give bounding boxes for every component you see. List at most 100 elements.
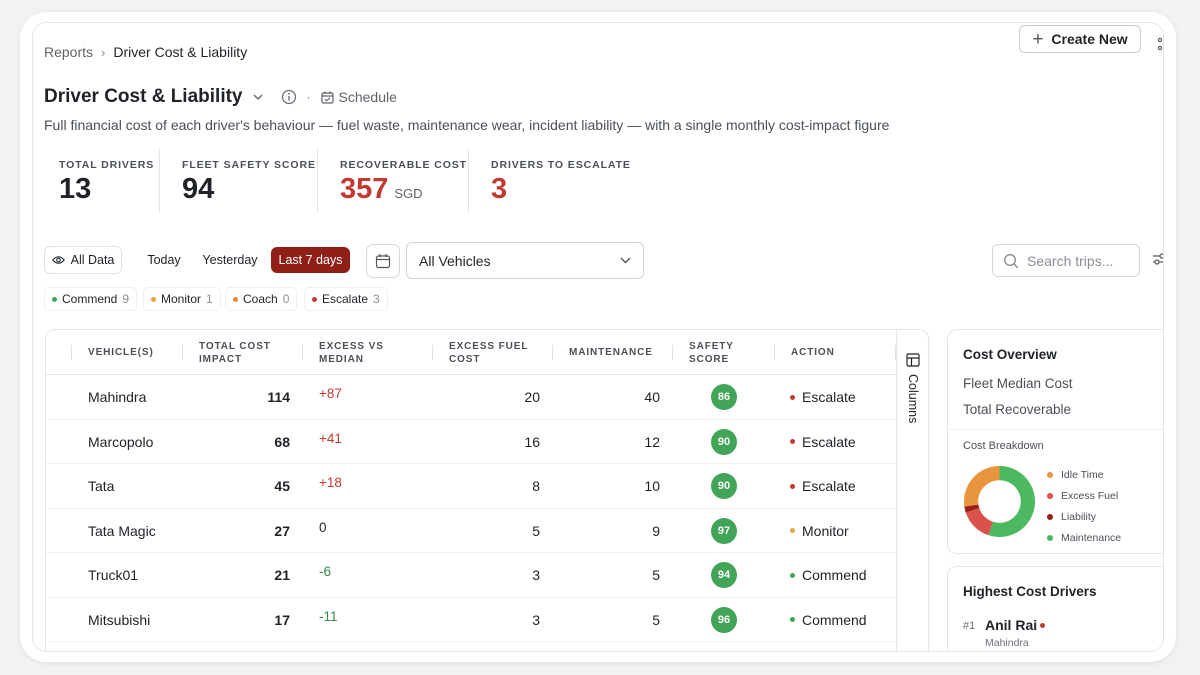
table-row[interactable]: Tata Magic 27 0 5 9 97 Monitor <box>46 509 896 553</box>
kpi-unit: SGD <box>394 186 423 201</box>
date-picker-button[interactable] <box>366 244 400 278</box>
status-dot <box>233 296 238 302</box>
all-data-toggle[interactable]: All Data <box>44 246 122 274</box>
legend-label: Excess Fuel <box>1061 490 1119 502</box>
header-total-cost[interactable]: TOTAL COST IMPACT <box>199 330 289 375</box>
search-trips-field[interactable]: Search trips... <box>992 244 1140 277</box>
safety-score-badge: 98 <box>711 651 737 652</box>
cell-action[interactable]: Escalate <box>790 420 856 464</box>
chip-count: 3 <box>373 292 380 306</box>
kpi-total-drivers: TOTAL DRIVERS 13 <box>59 159 154 206</box>
cell-total-cost: 68 <box>274 433 290 450</box>
column-divider <box>182 345 183 360</box>
schedule-button[interactable]: Schedule <box>320 89 397 105</box>
status-dot <box>52 296 57 302</box>
table-row[interactable]: Maruti XL-6 14 -14 1 1 98 Commend <box>46 642 896 652</box>
table-row[interactable]: Mitsubishi 17 -11 3 5 96 Commend <box>46 598 896 642</box>
kpi-value: 357 <box>340 173 389 205</box>
driver-name[interactable]: Anil Rai <box>985 617 1037 633</box>
cell-action[interactable]: Commend <box>790 598 867 642</box>
table-row[interactable]: Truck01 21 -6 3 5 94 Commend <box>46 553 896 598</box>
legend-swatch <box>1047 514 1053 520</box>
eye-icon <box>51 256 65 264</box>
driver-vehicle: Mahindra <box>985 637 1029 649</box>
vehicle-select-value: All Vehicles <box>419 252 491 269</box>
kpi-drivers-to-escalate: DRIVERS TO ESCALATE 3 <box>491 159 631 206</box>
cell-action[interactable]: Commend <box>790 642 867 651</box>
create-new-button[interactable]: + Create New <box>1019 25 1141 53</box>
cost-overview-title: Cost Overview <box>963 347 1057 362</box>
cell-maintenance: 1 <box>569 642 660 651</box>
filter-sliders-icon[interactable] <box>1153 252 1164 266</box>
cost-overview-card: Cost Overview Fleet Median Cost Total Re… <box>947 329 1163 554</box>
cell-action[interactable]: Commend <box>790 553 867 597</box>
status-dot <box>790 439 795 444</box>
settings-icon[interactable] <box>1157 37 1164 51</box>
kpi-fleet-safety-score: FLEET SAFETY SCORE 94 <box>182 159 316 206</box>
header-vehicles[interactable]: VEHICLE(S) <box>88 330 154 375</box>
yesterday-button[interactable]: Yesterday <box>193 246 267 274</box>
columns-panel-toggle[interactable]: Columns <box>896 330 928 651</box>
today-button[interactable]: Today <box>137 246 191 274</box>
safety-score-badge: 97 <box>711 517 737 544</box>
legend-label: Maintenance <box>1061 532 1122 544</box>
chip-count: 0 <box>282 292 290 306</box>
action-label: Commend <box>802 611 867 628</box>
cell-action[interactable]: Escalate <box>790 375 856 419</box>
chip-label: Commend <box>62 292 118 306</box>
last-7-days-button[interactable]: Last 7 days <box>271 247 350 273</box>
cell-vehicle: Tata <box>88 478 115 494</box>
cell-maintenance: 5 <box>652 611 660 628</box>
legend-swatch <box>1047 493 1053 499</box>
search-icon <box>1003 253 1019 268</box>
cell-vehicle: Tata Magic <box>88 522 156 539</box>
driver-rank: #1 <box>963 620 976 632</box>
cell-excess-vs-median: +87 <box>319 386 342 401</box>
safety-score-badge: 90 <box>711 428 737 455</box>
table-row[interactable]: Tata 45 +18 8 10 90 Escalate <box>46 464 896 509</box>
cell-vehicle: Mitsubishi <box>88 611 151 628</box>
status-dot <box>312 296 317 302</box>
status-dot <box>151 296 156 302</box>
info-icon[interactable] <box>281 89 297 105</box>
table-columns-icon <box>906 353 920 367</box>
legend-item: Maintenance <box>1047 532 1121 544</box>
chevron-down-icon[interactable] <box>252 93 263 101</box>
donut-segment <box>964 466 1001 507</box>
cell-action[interactable]: Monitor <box>790 509 849 553</box>
kpi-label: DRIVERS TO ESCALATE <box>491 159 631 171</box>
breadcrumb-root[interactable]: Reports <box>44 44 93 60</box>
header-maintenance[interactable]: MAINTENANCE <box>569 330 653 375</box>
chevron-right-icon: › <box>101 44 106 60</box>
cell-excess-fuel: 20 <box>524 389 540 405</box>
report-panel: Reports › Driver Cost & Liability + Crea… <box>32 22 1164 652</box>
chip-coach[interactable]: Coach 0 <box>225 287 298 311</box>
table-row[interactable]: Marcopolo 68 +41 16 12 90 Escalate <box>46 420 896 464</box>
header-excess-vs-median[interactable]: EXCESS VS MEDIAN <box>319 330 409 375</box>
plus-icon: + <box>1032 28 1044 50</box>
chip-commend[interactable]: Commend 9 <box>44 287 138 311</box>
table-row[interactable]: Mahindra 114 +87 20 40 86 Escalate <box>46 375 896 420</box>
action-label: Escalate <box>802 389 856 405</box>
cell-maintenance: 10 <box>644 478 660 494</box>
header-action[interactable]: ACTION <box>791 330 835 375</box>
cell-action[interactable]: Escalate <box>790 464 856 508</box>
all-data-label: All Data <box>70 253 115 267</box>
cell-total-cost: 21 <box>274 567 290 583</box>
legend-item: Liability <box>1047 511 1096 523</box>
cell-maintenance: 5 <box>652 567 660 583</box>
legend-swatch <box>1047 472 1053 478</box>
driver-cost-table: VEHICLE(S) TOTAL COST IMPACT EXCESS VS M… <box>45 329 929 652</box>
chip-count: 9 <box>122 292 130 306</box>
header-excess-fuel[interactable]: EXCESS FUEL COST <box>449 330 539 375</box>
chip-monitor[interactable]: Monitor 1 <box>143 287 221 311</box>
kpi-value: 94 <box>182 173 215 205</box>
vehicle-select[interactable]: All Vehicles <box>406 242 644 279</box>
yesterday-label: Yesterday <box>202 253 258 267</box>
status-dot <box>790 394 795 400</box>
chip-escalate[interactable]: Escalate 3 <box>304 287 388 311</box>
action-label: Escalate <box>802 433 856 450</box>
column-divider <box>774 345 775 360</box>
header-safety-score[interactable]: SAFETY SCORE <box>689 330 749 375</box>
kpi-value-row: 357 SGD <box>340 173 467 206</box>
